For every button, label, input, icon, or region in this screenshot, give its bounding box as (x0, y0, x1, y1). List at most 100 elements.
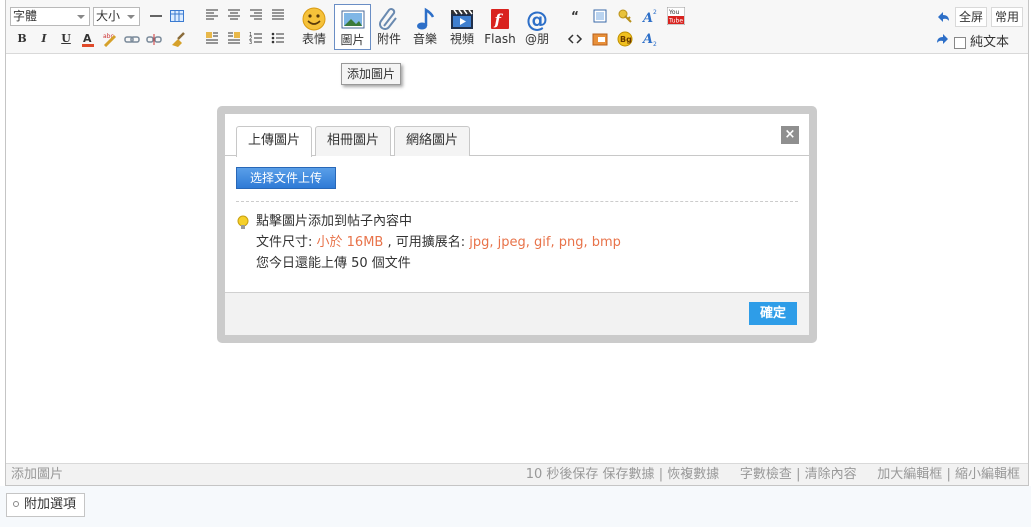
plain-text-label: 純文本 (970, 35, 1010, 50)
restore-data-link[interactable]: 恢複數據 (667, 467, 719, 482)
size-prefix: 文件尺寸: (256, 235, 317, 250)
align-right-icon[interactable] (248, 8, 264, 24)
music-note-icon (417, 7, 435, 30)
common-button[interactable]: 常用 (991, 7, 1024, 27)
at-icon: @ (526, 8, 548, 32)
font-select-label: 字體 (13, 9, 38, 23)
font-select[interactable]: 字體 (10, 7, 90, 26)
tab-album-image[interactable]: 相冊圖片 (315, 126, 391, 156)
spellcheck-icon[interactable]: abc (102, 31, 118, 48)
autosave-text: 10 秒後保存 (525, 467, 599, 482)
video-label: 視頻 (449, 32, 474, 46)
smiley-icon (302, 7, 326, 31)
attach-options-button[interactable]: 附加選項 (6, 493, 86, 517)
unordered-list-icon[interactable] (270, 31, 286, 47)
image-icon (341, 10, 364, 29)
code-icon[interactable] (567, 31, 583, 47)
image-label: 圖片 (340, 33, 365, 47)
svg-text:A: A (642, 11, 653, 24)
dialog-tabs: 上傳圖片 相冊圖片 網絡圖片 × (225, 114, 809, 157)
fullscreen-button[interactable]: 全屏 (955, 7, 988, 27)
attachment-label: 附件 (376, 32, 401, 46)
separator: | (658, 467, 664, 482)
flash-label: Flash (484, 32, 516, 46)
video-button[interactable]: 視頻 (447, 4, 477, 50)
ext-value: jpg, jpeg, gif, png, bmp (469, 235, 621, 250)
close-icon[interactable]: × (781, 126, 799, 144)
select-file-upload-button[interactable]: 选择文件上传 (236, 167, 336, 189)
font-color-icon[interactable]: A (80, 31, 96, 47)
background-color-icon[interactable]: Bg (617, 31, 633, 47)
redo-icon[interactable] (935, 31, 951, 47)
horizontal-rule-icon[interactable] (148, 8, 164, 24)
save-data-link[interactable]: 保存數據 (603, 467, 655, 482)
size-select-label: 大小 (96, 9, 121, 23)
flash-button[interactable]: f Flash (483, 4, 517, 50)
word-check-link[interactable]: 字數檢查 (740, 467, 792, 482)
info-click-to-add: 點擊圖片添加到帖子內容中 (256, 214, 413, 229)
size-value: 小於 16MB (316, 235, 384, 250)
align-center-icon[interactable] (226, 8, 242, 24)
lightbulb-icon (237, 215, 249, 229)
svg-text:@: @ (526, 8, 548, 32)
image-upload-dialog: 上傳圖片 相冊圖片 網絡圖片 × 选择文件上传 點擊圖片添加到帖子內容中 文件尺… (217, 106, 817, 343)
svg-text:2: 2 (653, 41, 657, 47)
attach-options-bar: 附加選項 (0, 486, 1031, 527)
svg-text:A: A (642, 32, 653, 47)
attachment-button[interactable]: 附件 (374, 4, 404, 50)
image-button[interactable]: 圖片 (334, 4, 371, 50)
mention-label: @朋 (524, 32, 549, 46)
separator: | (946, 467, 951, 482)
chevron-down-icon (77, 15, 85, 19)
svg-text:Bg: Bg (620, 35, 632, 44)
subscript-icon[interactable]: A2 (641, 31, 658, 48)
align-justify-icon[interactable] (270, 8, 286, 24)
status-add-image[interactable]: 添加圖片 (11, 464, 63, 485)
unlink-icon[interactable] (146, 31, 162, 47)
tab-upload-image[interactable]: 上傳圖片 (236, 126, 312, 157)
svg-text:2: 2 (653, 9, 657, 16)
status-actions: 10 秒後保存 保存數據 | 恢複數據 字數檢查 | 清除內容 加大編輯框 | … (526, 464, 1020, 485)
attach-options-label: 附加選項 (24, 497, 77, 512)
superscript-icon[interactable]: A2 (641, 8, 658, 26)
ordered-list-icon[interactable]: 123 (248, 31, 264, 47)
youtube-icon[interactable]: You Tube (666, 6, 686, 26)
hide-icon[interactable] (592, 31, 608, 47)
bold-icon[interactable]: B (14, 31, 30, 47)
emoticon-label: 表情 (301, 32, 326, 46)
svg-text:A: A (83, 32, 92, 45)
link-icon[interactable] (124, 31, 140, 47)
bullet-icon (13, 500, 19, 507)
emoticon-button[interactable]: 表情 (298, 4, 330, 50)
music-button[interactable]: 音樂 (410, 4, 440, 50)
svg-text:You: You (668, 9, 680, 16)
italic-icon[interactable]: I (36, 31, 52, 47)
float-right-icon[interactable] (226, 31, 242, 47)
align-left-icon[interactable] (204, 8, 220, 24)
table-icon[interactable] (169, 8, 185, 24)
float-left-icon[interactable] (204, 31, 220, 47)
tab-web-image[interactable]: 網絡圖片 (394, 126, 470, 156)
undo-icon[interactable] (935, 9, 951, 25)
clear-content-link[interactable]: 清除內容 (805, 467, 857, 482)
plain-text-checkbox[interactable] (954, 37, 966, 49)
dialog-footer: 確定 (225, 292, 809, 335)
enlarge-editor-link[interactable]: 加大編輯框 (877, 467, 942, 482)
info-file-size: 文件尺寸: 小於 16MB , 可用擴展名: jpg, jpeg, gif, p… (256, 233, 621, 253)
paperclip-icon (379, 8, 397, 30)
shrink-editor-link[interactable]: 縮小編輯框 (955, 467, 1020, 482)
divider (236, 201, 798, 202)
flash-icon: f (491, 9, 509, 29)
confirm-button[interactable]: 確定 (749, 302, 797, 325)
quote-icon[interactable]: “ (567, 8, 583, 24)
password-icon[interactable] (617, 8, 633, 24)
free-text-icon[interactable] (592, 8, 608, 24)
status-bar: 添加圖片 10 秒後保存 保存數據 | 恢複數據 字數檢查 | 清除內容 加大編… (6, 463, 1028, 485)
clear-format-icon[interactable] (170, 31, 186, 47)
video-icon (451, 9, 473, 29)
info-quota: 您今日還能上傳 50 個文件 (256, 256, 411, 271)
underline-icon[interactable]: U (58, 31, 74, 47)
svg-text:3: 3 (249, 40, 252, 45)
mention-button[interactable]: @ @朋 (521, 4, 553, 50)
size-select[interactable]: 大小 (93, 7, 140, 26)
